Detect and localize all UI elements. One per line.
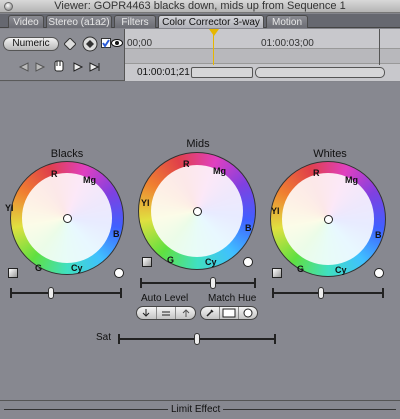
mids-label: Mids xyxy=(186,138,210,150)
hue-label-r: R xyxy=(183,159,190,169)
playhead-marker-icon[interactable] xyxy=(209,29,219,36)
match-hue-label: Match Hue xyxy=(208,293,257,304)
tab-stereo[interactable]: Stereo (a1a2) xyxy=(46,15,112,28)
arrow-up-icon xyxy=(182,309,190,317)
reset-icon[interactable] xyxy=(63,37,77,51)
hue-label-b: B xyxy=(113,229,120,239)
hue-label-mg: Mg xyxy=(213,166,226,176)
saturation-slider[interactable] xyxy=(118,333,276,345)
auto-black-level-button[interactable] xyxy=(137,307,157,319)
hue-label-mg: Mg xyxy=(83,175,96,185)
sat-label: Sat xyxy=(96,332,112,343)
hue-label-g: G xyxy=(297,264,305,274)
hue-label-cy: Cy xyxy=(71,263,83,273)
match-hue-buttons xyxy=(200,306,258,320)
whites-label: Whites xyxy=(313,148,347,160)
eyedropper-button[interactable] xyxy=(201,307,220,319)
auto-level-buttons xyxy=(136,306,196,320)
blacks-wheel[interactable]: R Mg B Cy G Yl xyxy=(5,161,124,275)
numeric-button[interactable]: Numeric xyxy=(3,37,59,51)
current-timecode[interactable]: 01:00:01;21 xyxy=(137,67,190,78)
horizontal-scrollbar[interactable] xyxy=(255,67,385,78)
hue-label-cy: Cy xyxy=(335,265,347,275)
hue-label-yl: Yl xyxy=(141,198,150,208)
limit-effect-label[interactable]: Limit Effect xyxy=(168,404,224,415)
auto-contrast-button[interactable] xyxy=(157,307,177,319)
whites-wheel[interactable]: R Mg B Cy G Yl xyxy=(270,161,386,277)
hue-label-b: B xyxy=(375,230,382,240)
swatch-icon xyxy=(222,308,236,318)
whites-eyedropper-icon[interactable] xyxy=(272,268,282,278)
eyedropper-icon xyxy=(206,309,214,317)
hue-label-mg: Mg xyxy=(345,175,358,185)
tab-bar: Video Stereo (a1a2) Filters Color Correc… xyxy=(0,14,400,28)
limit-effect-section[interactable]: Limit Effect xyxy=(0,400,400,419)
mids-eyedropper-icon[interactable] xyxy=(142,257,152,267)
auto-contrast-icon xyxy=(162,311,170,316)
tab-motion[interactable]: Motion xyxy=(266,15,308,28)
eye-icon[interactable] xyxy=(111,38,123,48)
blacks-label: Blacks xyxy=(50,148,84,160)
mids-balance-handle[interactable] xyxy=(193,207,202,216)
toolbar: Numeric 00;00 01:00:03;00 01:00:01;21 xyxy=(0,29,400,81)
next-edit-icon[interactable] xyxy=(34,62,46,72)
keyframe-button[interactable] xyxy=(82,36,98,52)
whites-level-slider[interactable] xyxy=(272,287,384,299)
blacks-balance-handle[interactable] xyxy=(63,214,72,223)
blacks-slider-thumb[interactable] xyxy=(48,287,54,299)
mids-slider-thumb[interactable] xyxy=(210,277,216,289)
whites-slider-thumb[interactable] xyxy=(318,287,324,299)
hue-label-b: B xyxy=(245,223,252,233)
hue-label-g: G xyxy=(167,255,175,265)
blacks-level-slider[interactable] xyxy=(10,287,122,299)
mids-reset-icon[interactable] xyxy=(243,257,253,267)
checkbox-icon[interactable] xyxy=(101,38,111,48)
hue-label-yl: Yl xyxy=(5,203,14,213)
tab-color-corrector[interactable]: Color Corrector 3-way xyxy=(158,15,264,28)
go-to-in-icon[interactable] xyxy=(72,62,84,72)
hue-label-g: G xyxy=(35,263,43,273)
zoom-slider[interactable] xyxy=(191,67,253,78)
mids-level-slider[interactable] xyxy=(140,277,256,289)
saturation-slider-thumb[interactable] xyxy=(194,333,200,345)
hue-label-yl: Yl xyxy=(271,206,280,216)
auto-level-label: Auto Level xyxy=(141,293,189,304)
prev-edit-icon[interactable] xyxy=(18,62,30,72)
tab-filters[interactable]: Filters xyxy=(114,15,156,28)
mids-wheel[interactable]: R Mg B Cy G Yl xyxy=(138,152,256,270)
arrow-down-icon xyxy=(142,309,150,317)
hue-label-r: R xyxy=(313,168,320,178)
whites-reset-icon[interactable] xyxy=(374,268,384,278)
blacks-eyedropper-icon[interactable] xyxy=(8,268,18,278)
go-to-out-icon[interactable] xyxy=(88,62,100,72)
timeline-ruler[interactable]: 00;00 01:00:03;00 01:00:01;21 xyxy=(124,29,400,81)
window-titlebar: Viewer: GOPR4463 blacks down, mids up fr… xyxy=(0,0,400,13)
clip-end-marker xyxy=(379,29,380,65)
keyframe-track[interactable] xyxy=(125,48,400,64)
hue-label-r: R xyxy=(51,169,58,179)
tab-video[interactable]: Video xyxy=(8,15,44,28)
hue-label-cy: Cy xyxy=(205,257,217,267)
match-reset-button[interactable] xyxy=(239,307,257,319)
blacks-reset-icon[interactable] xyxy=(114,268,124,278)
circle-icon xyxy=(243,308,253,318)
auto-white-level-button[interactable] xyxy=(176,307,195,319)
window-title: Viewer: GOPR4463 blacks down, mids up fr… xyxy=(54,0,346,12)
whites-balance-handle[interactable] xyxy=(324,215,333,224)
swatch-button[interactable] xyxy=(220,307,239,319)
close-icon[interactable] xyxy=(4,2,13,11)
color-corrector-panel: Blacks R Mg B Cy G Yl Mids R Mg B Cy G Y… xyxy=(0,82,400,419)
hand-tool-icon[interactable] xyxy=(52,59,66,73)
